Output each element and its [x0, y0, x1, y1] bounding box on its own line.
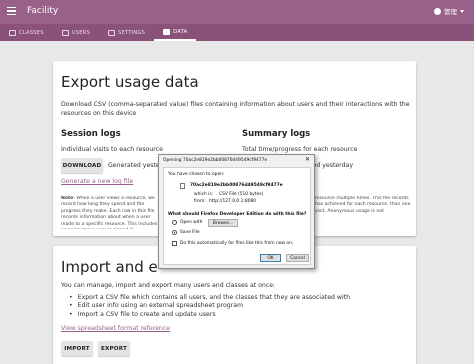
tab-data[interactable]: DATA — [154, 24, 197, 41]
tab-users[interactable]: USERS — [53, 24, 99, 41]
open-with-label: Open with — [180, 220, 203, 225]
browse-button[interactable]: Browse... — [208, 219, 238, 227]
note-text-right: resource multiple times. This file recor… — [315, 196, 411, 214]
save-file-radio[interactable] — [172, 230, 177, 235]
export-description: Download CSV (comma-separated value) fil… — [61, 101, 410, 117]
app-bar: Facility 管理 — [0, 0, 474, 24]
file-name: 70ac2e819e2bb00876d49549cf9477e — [190, 183, 283, 188]
tab-classes[interactable]: CLASSES — [0, 24, 53, 41]
close-icon[interactable]: ✕ — [305, 156, 310, 163]
summary-logs-heading: Summary logs — [242, 129, 311, 139]
note-body: : When a user views a resource, we recor… — [61, 196, 158, 229]
menu-icon[interactable] — [7, 7, 16, 16]
export-title: Export usage data — [61, 73, 199, 91]
export-button[interactable]: EXPORT — [98, 341, 130, 356]
import-button[interactable]: IMPORT — [61, 341, 93, 356]
chevron-down-icon — [460, 9, 464, 13]
list-item: Import a CSV file to create and update u… — [69, 311, 350, 319]
save-file-label: Save File — [180, 230, 200, 235]
users-icon — [61, 29, 69, 36]
tab-label: SETTINGS — [118, 29, 146, 36]
user-icon — [434, 7, 441, 15]
classes-icon — [9, 29, 16, 36]
download-button[interactable]: DOWNLOAD — [61, 158, 103, 173]
user-menu[interactable]: 管理 — [434, 6, 464, 16]
tab-label: DATA — [173, 28, 188, 35]
file-type: CSV File (510 bytes) — [219, 192, 264, 197]
tab-bar: CLASSES USERS SETTINGS DATA — [0, 24, 474, 41]
dialog-title: Opening 70ac2e819e2bb00876d49549cf9477e — [163, 158, 268, 163]
cancel-button[interactable]: Cancel — [286, 254, 309, 262]
format-reference-link[interactable]: View spreadsheet format reference — [61, 325, 170, 332]
from-label: from: — [194, 199, 206, 204]
note-text: Note: When a user views a resource, we r… — [61, 196, 159, 229]
tab-label: USERS — [71, 29, 91, 36]
opening-text: You have chosen to open: — [168, 172, 225, 177]
file-download-dialog: Opening 70ac2e819e2bb00876d49549cf9477e … — [158, 154, 315, 269]
dialog-panel: You have chosen to open: 70ac2e819e2bb00… — [163, 167, 311, 265]
question-text: What should Firefox Developer Edition do… — [168, 212, 307, 217]
app-title: Facility — [27, 6, 59, 16]
auto-checkbox[interactable] — [172, 241, 177, 246]
session-logs-text: Individual visits to each resource — [61, 146, 163, 153]
open-with-radio[interactable] — [172, 220, 177, 225]
settings-icon — [108, 29, 116, 36]
auto-label: Do this automatically for files like thi… — [180, 241, 294, 246]
import-description: You can manage, import and export many u… — [61, 282, 276, 289]
import-title: Import and export users — [61, 258, 157, 276]
which-is-label: which is: — [194, 192, 214, 197]
ok-button[interactable]: OK — [260, 254, 281, 262]
list-item: Edit user info using an external spreads… — [69, 302, 350, 310]
session-logs-heading: Session logs — [61, 129, 121, 139]
file-source: http://127.0.0.1:8080 — [209, 199, 257, 204]
file-icon — [180, 183, 185, 189]
import-bullets: Export a CSV file which contains all use… — [69, 294, 350, 319]
tab-label: CLASSES — [19, 29, 44, 36]
list-item: Export a CSV file which contains all use… — [69, 294, 350, 302]
summary-logs-text: Total time/progress for each resource — [242, 146, 358, 153]
summary-generated: Generated yesterday. — [315, 162, 353, 169]
tab-settings[interactable]: SETTINGS — [99, 24, 154, 41]
user-name: 管理 — [444, 8, 457, 16]
generate-log-link[interactable]: Generate a new log file — [61, 178, 133, 185]
session-generated: Generated yesterday. — [108, 162, 158, 169]
data-icon — [163, 28, 171, 35]
note-label: Note — [61, 196, 74, 201]
